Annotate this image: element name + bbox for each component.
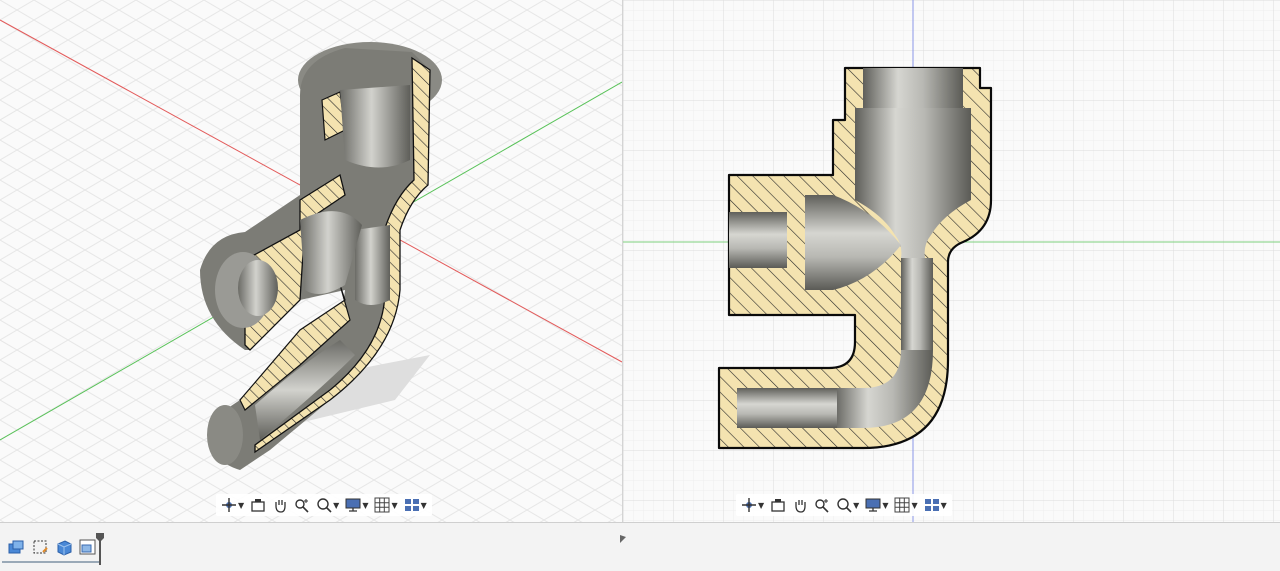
viewports-icon — [404, 499, 419, 511]
navigation-toolbar-left: ▼ ▼ ▼ ▼ ▼ — [216, 494, 432, 516]
viewports-tool[interactable]: ▼ — [922, 495, 949, 515]
pan-hand-icon — [795, 500, 806, 513]
zoom-icon — [295, 499, 309, 513]
section-feature-icon — [79, 539, 96, 555]
timeline-feature-section[interactable] — [78, 537, 98, 557]
zoom-tool[interactable] — [812, 495, 832, 515]
grid-settings-tool[interactable]: ▼ — [892, 495, 919, 515]
display-settings-tool[interactable]: ▼ — [343, 495, 370, 515]
panel-resize-grip[interactable] — [620, 530, 628, 543]
display-settings-icon — [345, 498, 361, 512]
front-scene[interactable] — [623, 0, 1280, 522]
display-settings-icon — [865, 498, 881, 512]
look-at-icon — [251, 499, 265, 512]
look-at-tool[interactable] — [768, 495, 788, 515]
viewports-icon — [924, 499, 939, 511]
isometric-scene[interactable] — [0, 0, 622, 522]
orbit-icon — [222, 498, 236, 512]
orbit-tool[interactable]: ▼ — [219, 495, 246, 515]
viewport-front[interactable] — [623, 0, 1280, 522]
look-at-icon — [771, 499, 785, 512]
timeline-feature-extrude[interactable] — [54, 537, 74, 557]
fit-zoom-tool[interactable]: ▼ — [314, 495, 341, 515]
zoom-icon — [815, 499, 829, 513]
orbit-icon — [742, 498, 756, 512]
timeline-feature-plane[interactable] — [30, 537, 50, 557]
timeline-feature-sketch[interactable] — [6, 537, 26, 557]
fit-zoom-tool[interactable]: ▼ — [834, 495, 861, 515]
grid-settings-icon — [894, 497, 910, 513]
sketch-feature-icon — [8, 540, 24, 554]
timeline-position-marker[interactable] — [96, 533, 104, 565]
pan-tool[interactable] — [790, 495, 810, 515]
timeline-marker-icon — [96, 533, 104, 565]
navigation-toolbar-right: ▼ ▼ ▼ ▼ ▼ — [736, 494, 952, 516]
grid-settings-icon — [374, 497, 390, 513]
grid-settings-tool[interactable]: ▼ — [372, 495, 399, 515]
pan-tool[interactable] — [270, 495, 290, 515]
design-timeline — [0, 522, 1280, 571]
display-settings-tool[interactable]: ▼ — [863, 495, 890, 515]
timeline-track — [2, 561, 100, 563]
extrude-feature-icon — [57, 540, 72, 556]
fit-zoom-icon — [317, 498, 332, 513]
viewport-isometric[interactable] — [0, 0, 622, 522]
look-at-tool[interactable] — [248, 495, 268, 515]
plane-feature-icon — [33, 540, 48, 554]
orbit-tool[interactable]: ▼ — [739, 495, 766, 515]
fit-zoom-icon — [837, 498, 852, 513]
viewports-tool[interactable]: ▼ — [402, 495, 429, 515]
pan-hand-icon — [275, 500, 286, 513]
grip-icon — [620, 535, 626, 543]
zoom-tool[interactable] — [292, 495, 312, 515]
